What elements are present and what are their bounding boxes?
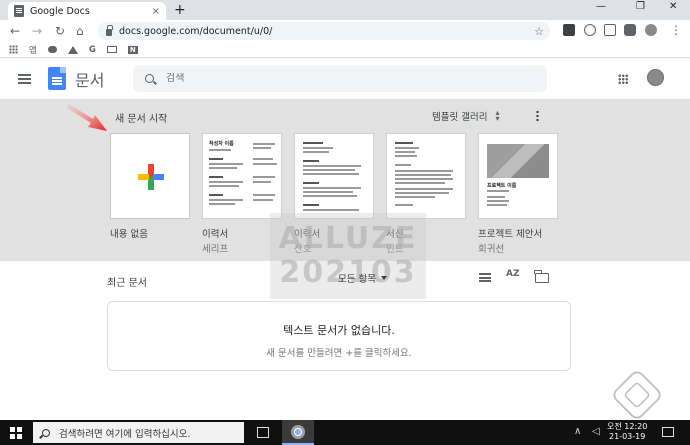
proposal-cover-image — [487, 144, 549, 178]
google-plus-icon — [138, 164, 164, 190]
owner-filter-dropdown[interactable]: 모든 항목 — [338, 271, 387, 285]
tab-title: Google Docs — [30, 5, 90, 17]
more-options-icon[interactable] — [536, 110, 539, 122]
app-name[interactable]: 문서 — [75, 67, 104, 91]
sort-az-icon[interactable]: AZ — [506, 270, 520, 279]
docs-header: 문서 — [0, 58, 690, 99]
windows-taskbar: 검색하려면 여기에 입력하십시오. ∧ ◁ 오전 12:20 21-03-19 — [0, 420, 690, 445]
minimize-button[interactable]: — — [596, 1, 606, 12]
notification-icon[interactable] — [662, 427, 674, 437]
extension-icon[interactable] — [563, 24, 575, 36]
template-name: 내용 없음 — [110, 229, 148, 240]
address-bar[interactable]: docs.google.com/document/u/0/ ☆ — [98, 22, 550, 40]
reload-button[interactable]: ↻ — [55, 23, 65, 39]
taskbar-search-box[interactable]: 검색하려면 여기에 입력하십시오. — [33, 422, 244, 443]
lock-icon — [106, 25, 113, 36]
unfold-icon: ▴ ▾ — [495, 108, 500, 123]
owner-filter-label: 모든 항목 — [338, 274, 376, 285]
template-thumbnail-letter-mint[interactable] — [386, 133, 466, 219]
google-apps-icon[interactable] — [618, 74, 628, 84]
main-menu-icon[interactable] — [18, 74, 31, 84]
taskbar-search-text: 검색하려면 여기에 입력하십시오. — [59, 428, 191, 440]
template-gallery-label: 템플릿 갤러리 — [432, 112, 488, 123]
corner-logo-icon — [611, 369, 663, 421]
bookmark-apps[interactable]: 앱 — [29, 44, 37, 56]
search-input[interactable] — [166, 73, 466, 84]
volume-icon[interactable]: ◁ — [592, 426, 600, 437]
empty-state-card: 텍스트 문서가 없습니다. 새 문서를 만들려면 +를 클릭하세요. — [107, 301, 571, 371]
windows-start-icon[interactable] — [10, 427, 22, 439]
template-gallery-button[interactable]: 템플릿 갤러리 ▴ ▾ — [432, 108, 500, 124]
search-bar[interactable] — [133, 65, 547, 92]
template-thumbnail-resume-serif[interactable]: 작성자 이름 — [202, 133, 282, 219]
template-project-proposal[interactable]: 프로젝트 이름 프로젝트 제안서 회귀선 — [478, 133, 558, 255]
list-view-icon[interactable] — [479, 273, 491, 282]
watermark-line-1: ALLUZE — [278, 221, 418, 256]
red-pointer-arrow-icon — [67, 104, 107, 131]
browser-menu-icon[interactable]: ⋮ — [670, 22, 682, 38]
back-button[interactable]: ← — [10, 23, 20, 39]
tray-chevron-icon[interactable]: ∧ — [574, 426, 581, 437]
restore-button[interactable]: ❐ — [636, 1, 645, 12]
template-thumbnail-resume-coral[interactable] — [294, 133, 374, 219]
taskbar-clock[interactable]: 오전 12:20 21-03-19 — [607, 422, 647, 442]
template-section-title: 새 문서 시작 — [115, 114, 168, 125]
folder-icon[interactable] — [534, 270, 549, 283]
bookmark-naver[interactable]: N — [127, 45, 138, 54]
template-thumbnail-project-proposal[interactable]: 프로젝트 이름 — [478, 133, 558, 219]
new-tab-button[interactable]: + — [174, 3, 186, 17]
profile-avatar-icon[interactable] — [645, 24, 657, 36]
task-view-icon[interactable] — [257, 427, 269, 438]
template-thumbnail-blank[interactable] — [110, 133, 190, 219]
bookmark-drive-icon[interactable] — [67, 45, 78, 54]
forward-button[interactable]: → — [32, 23, 42, 39]
bookmarks-bar: 앱 G N — [0, 42, 690, 58]
account-avatar[interactable] — [647, 69, 664, 86]
bookmark-star-icon[interactable]: ☆ — [534, 25, 544, 38]
thumb-proposal-title: 프로젝트 이름 — [487, 183, 517, 189]
dropdown-caret-icon — [380, 276, 387, 280]
watermark: ALLUZE 202103 — [270, 213, 426, 299]
empty-state-heading: 텍스트 문서가 없습니다. — [283, 324, 395, 337]
search-icon[interactable] — [145, 74, 154, 83]
docs-favicon-icon — [14, 5, 24, 17]
browser-tab[interactable]: Google Docs × — [8, 2, 166, 20]
cloud-extension-icon[interactable] — [584, 24, 596, 36]
recent-documents-title: 최근 문서 — [107, 278, 147, 289]
taskbar-search-icon — [42, 428, 50, 437]
home-button[interactable]: ⌂ — [76, 23, 84, 39]
puzzle-extensions-icon[interactable] — [624, 24, 636, 36]
url-text: docs.google.com/document/u/0/ — [119, 25, 273, 37]
bookmark-google[interactable]: G — [89, 45, 96, 55]
browser-tab-bar: Google Docs × + — ❐ ✕ — [0, 0, 690, 20]
clock-date: 21-03-19 — [609, 432, 646, 441]
template-subname: 회귀선 — [478, 244, 505, 255]
cast-extension-icon[interactable] — [604, 24, 616, 36]
clock-time: 오전 12:20 — [607, 422, 648, 431]
template-blank[interactable]: 내용 없음 — [110, 133, 190, 240]
bookmark-gmail-icon[interactable] — [106, 46, 117, 53]
browser-nav-bar: ← → ↻ ⌂ docs.google.com/document/u/0/ ☆ … — [0, 20, 690, 42]
bookmark-cloud-icon[interactable] — [47, 46, 57, 53]
close-window-button[interactable]: ✕ — [669, 1, 677, 12]
tab-close-icon[interactable]: × — [152, 6, 160, 17]
thumb-heading: 작성자 이름 — [209, 141, 234, 147]
chrome-taskbar-icon[interactable] — [282, 420, 314, 445]
template-name: 프로젝트 제안서 — [478, 229, 543, 240]
apps-grid-icon[interactable] — [9, 45, 18, 54]
docs-logo-icon[interactable] — [48, 67, 66, 90]
empty-state-subtext: 새 문서를 만들려면 +를 클릭하세요. — [266, 348, 412, 359]
